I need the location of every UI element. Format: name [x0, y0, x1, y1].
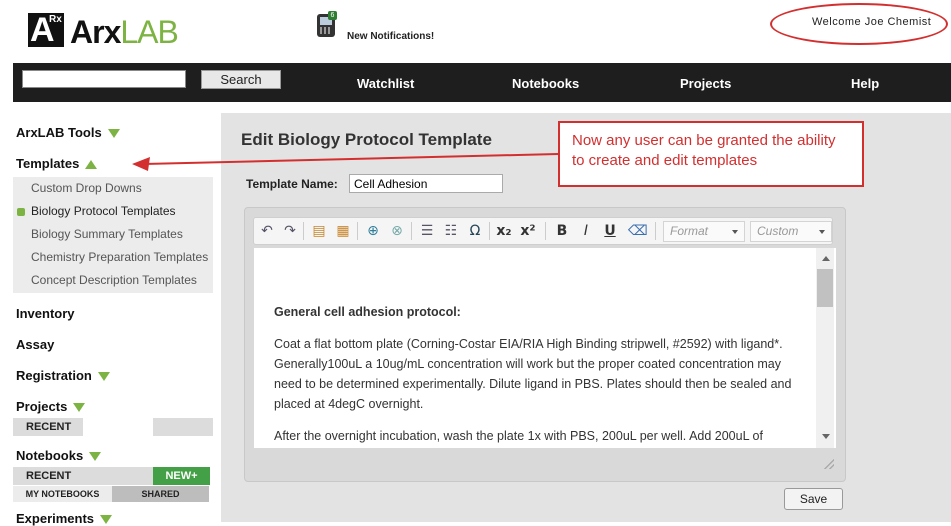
sidebar-arxlab-tools-label: ArxLAB Tools: [16, 125, 102, 140]
annotation-callout: Now any user can be granted the ability …: [558, 121, 864, 187]
nav-projects[interactable]: Projects: [680, 76, 731, 91]
sidebar-item-chemistry-preparation-templates[interactable]: Chemistry Preparation Templates: [31, 250, 208, 264]
search-button[interactable]: Search: [201, 70, 281, 89]
tab-shared[interactable]: SHARED: [112, 486, 209, 502]
content-paragraph: After the overnight incubation, wash the…: [274, 429, 763, 443]
redo-icon[interactable]: ↷: [281, 222, 299, 240]
chevron-down-icon: [819, 230, 825, 234]
sidebar-projects[interactable]: Projects: [16, 399, 86, 414]
superscript-icon[interactable]: x²: [519, 222, 537, 240]
expand-triangle-icon: [89, 452, 102, 462]
underline-icon[interactable]: U: [601, 222, 619, 240]
notebooks-recent-tab[interactable]: RECENT: [26, 470, 71, 482]
custom-dropdown-label: Custom: [757, 224, 799, 238]
bold-icon[interactable]: B: [553, 222, 571, 240]
arxlab-logo-mark[interactable]: A Rx: [28, 11, 64, 49]
bulleted-list-icon[interactable]: ☷: [442, 222, 460, 240]
sidebar-item-custom-drop-downs[interactable]: Custom Drop Downs: [31, 181, 142, 195]
sidebar-registration[interactable]: Registration: [16, 368, 110, 383]
sidebar-experiments-label: Experiments: [16, 511, 95, 526]
annotation-arrow: [132, 153, 559, 171]
content-heading: General cell adhesion protocol:: [274, 305, 461, 319]
active-item-marker-icon: [17, 208, 25, 216]
sidebar-item-concept-description-templates[interactable]: Concept Description Templates: [31, 273, 197, 287]
logo-text-arx: Arx: [70, 14, 121, 50]
template-name-input[interactable]: [349, 174, 503, 193]
template-name-label: Template Name:: [246, 177, 338, 191]
arxlab-logo-text[interactable]: ArxLAB: [70, 14, 179, 51]
toolbar-separator: [357, 222, 358, 240]
phone-keys: [320, 27, 332, 34]
chevron-down-icon: [732, 230, 738, 234]
tab-my-notebooks[interactable]: MY NOTEBOOKS: [13, 486, 112, 502]
sidebar-projects-label: Projects: [16, 399, 68, 414]
remove-format-icon[interactable]: ⌫: [628, 222, 648, 240]
content-paragraph: Coat a flat bottom plate (Corning-Costar…: [274, 337, 792, 411]
italic-icon[interactable]: I: [577, 222, 595, 240]
numbered-list-icon[interactable]: ☰: [418, 222, 436, 240]
sidebar-item-biology-summary-templates[interactable]: Biology Summary Templates: [31, 227, 183, 241]
link-icon[interactable]: ⊕: [364, 222, 382, 240]
special-char-icon[interactable]: Ω: [466, 222, 484, 240]
paste-text-icon[interactable]: ▤: [310, 222, 328, 240]
new-notifications-link[interactable]: New Notifications!: [347, 31, 434, 42]
sidebar-inventory[interactable]: Inventory: [16, 306, 75, 321]
custom-style-dropdown[interactable]: Custom: [750, 221, 832, 242]
sidebar-item-biology-protocol-templates[interactable]: Biology Protocol Templates: [31, 204, 176, 218]
format-dropdown[interactable]: Format: [663, 221, 745, 242]
toolbar-separator: [489, 222, 490, 240]
toolbar-separator: [545, 222, 546, 240]
expand-triangle-icon: [100, 515, 113, 525]
sidebar-experiments[interactable]: Experiments: [16, 511, 113, 526]
projects-recent-spacer: [83, 418, 153, 436]
nav-watchlist[interactable]: Watchlist: [357, 76, 414, 91]
expand-triangle-icon: [73, 403, 86, 413]
format-dropdown-label: Format: [670, 224, 709, 238]
collapse-triangle-icon: [85, 160, 98, 170]
save-button[interactable]: Save: [784, 488, 843, 510]
editor-body: General cell adhesion protocol: Coat a f…: [274, 302, 794, 448]
sidebar-notebooks-label: Notebooks: [16, 448, 84, 463]
subscript-icon[interactable]: x₂: [495, 222, 513, 240]
sidebar-templates-label: Templates: [16, 156, 80, 171]
toolbar-separator: [303, 222, 304, 240]
sidebar-notebooks[interactable]: Notebooks: [16, 448, 102, 463]
notification-count-badge: 6: [328, 11, 337, 20]
projects-recent-tab[interactable]: RECENT: [26, 421, 71, 433]
unlink-icon[interactable]: ⊗: [388, 222, 406, 240]
resize-grip-icon[interactable]: [824, 459, 834, 469]
logo-text-lab: LAB: [120, 14, 178, 50]
sidebar-assay[interactable]: Assay: [16, 337, 54, 352]
sidebar-registration-label: Registration: [16, 368, 92, 383]
paste-word-icon[interactable]: ▦: [334, 222, 352, 240]
editor-content-area[interactable]: General cell adhesion protocol: Coat a f…: [254, 248, 836, 448]
nav-help[interactable]: Help: [851, 76, 879, 91]
expand-triangle-icon: [97, 372, 110, 382]
sidebar-arxlab-tools[interactable]: ArxLAB Tools: [16, 125, 120, 140]
undo-icon[interactable]: ↶: [258, 222, 276, 240]
scroll-up-arrow-icon[interactable]: [822, 256, 830, 261]
logo-mark-sup: Rx: [49, 14, 62, 25]
toolbar-separator: [411, 222, 412, 240]
scrollbar-thumb[interactable]: [817, 269, 833, 307]
nav-notebooks[interactable]: Notebooks: [512, 76, 579, 91]
search-input[interactable]: [22, 70, 186, 88]
new-notebook-button[interactable]: NEW+: [153, 467, 210, 485]
scroll-down-arrow-icon[interactable]: [822, 434, 830, 439]
toolbar-separator: [655, 222, 656, 240]
expand-triangle-icon: [107, 129, 120, 139]
page-title: Edit Biology Protocol Template: [241, 130, 492, 149]
sidebar-templates[interactable]: Templates: [16, 156, 98, 171]
welcome-user-text: Welcome Joe Chemist: [812, 16, 932, 28]
